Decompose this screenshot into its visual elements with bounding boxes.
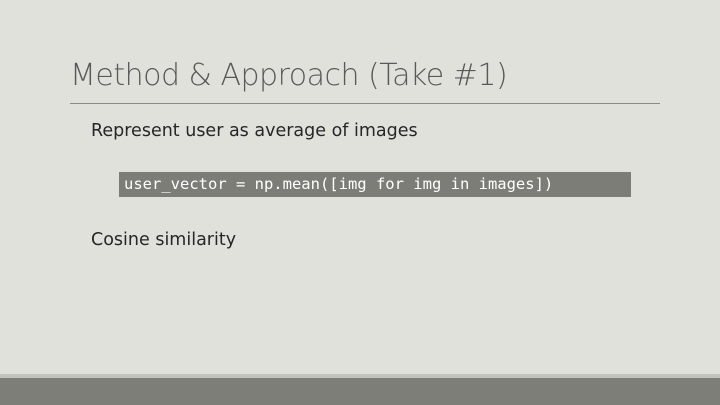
footer-band <box>0 378 720 405</box>
slide-title: Method & Approach (Take #1) <box>70 58 508 93</box>
slide: Method & Approach (Take #1) Represent us… <box>0 0 720 405</box>
title-divider <box>70 103 660 104</box>
code-snippet: user_vector = np.mean([img for img in im… <box>119 172 631 197</box>
bullet-item-cosine: Cosine similarity <box>91 230 237 250</box>
bullet-item-average: Represent user as average of images <box>91 121 418 141</box>
